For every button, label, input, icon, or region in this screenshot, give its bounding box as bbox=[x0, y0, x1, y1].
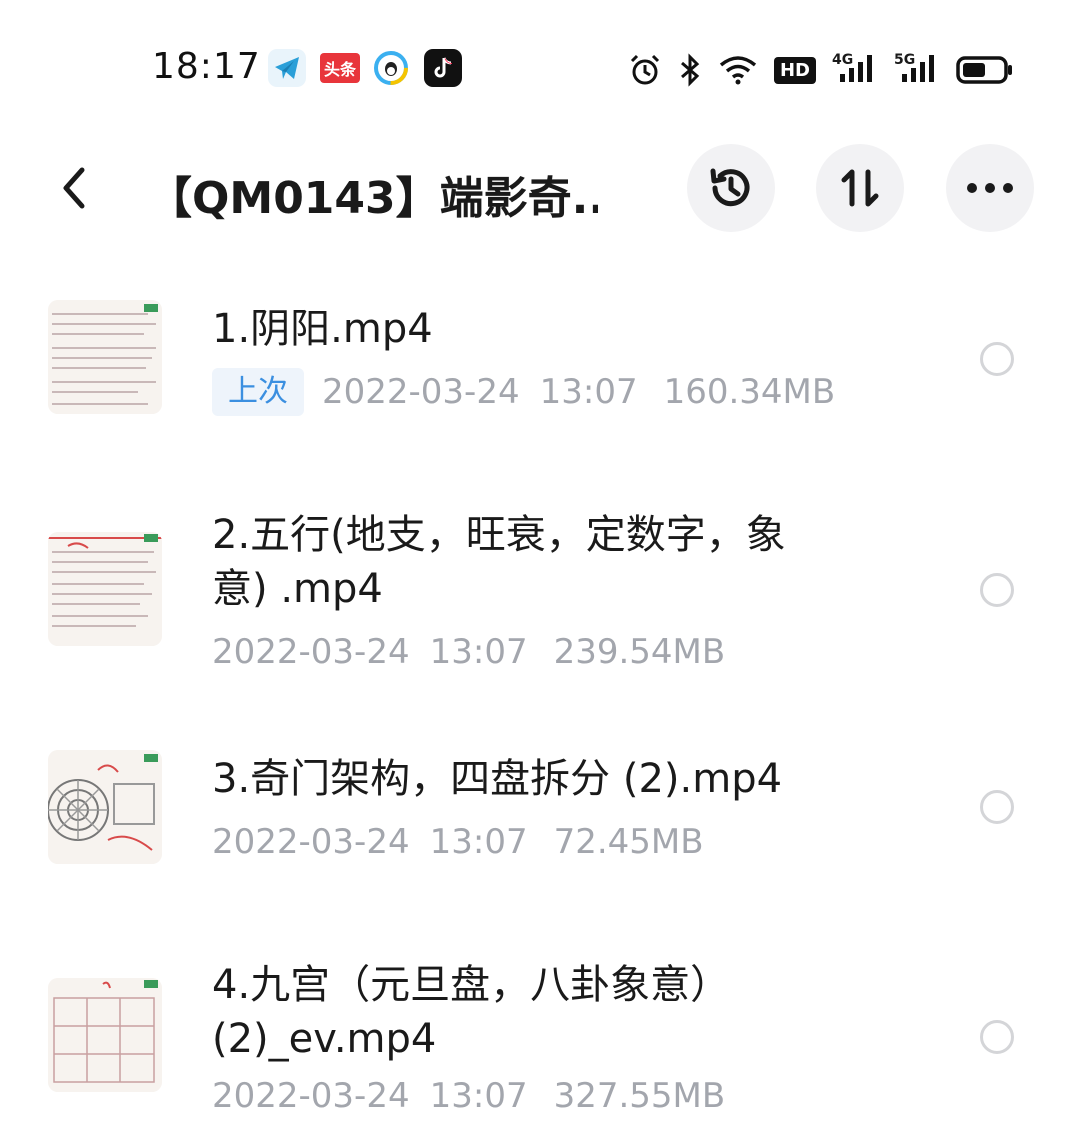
file-meta: 2022-03-24 13:07 327.55MB bbox=[212, 1076, 725, 1116]
file-size: 72.45MB bbox=[553, 822, 704, 862]
select-radio[interactable] bbox=[980, 342, 1014, 376]
qq-icon bbox=[372, 49, 410, 87]
status-bar: 18:17 头条 HD 4G 5G bbox=[0, 0, 1080, 130]
video-thumbnail bbox=[48, 750, 162, 864]
file-meta: 上次 2022-03-24 13:07 160.34MB bbox=[212, 368, 835, 416]
signal-4g-icon: 4G bbox=[832, 50, 878, 90]
hd-label: HD bbox=[773, 56, 816, 84]
back-button[interactable] bbox=[44, 158, 104, 218]
file-size: 160.34MB bbox=[663, 372, 836, 412]
hd-icon: HD bbox=[773, 50, 816, 90]
file-time: 13:07 bbox=[429, 822, 528, 862]
more-button[interactable] bbox=[946, 144, 1034, 232]
select-radio[interactable] bbox=[980, 573, 1014, 607]
bluetooth-icon bbox=[678, 50, 702, 90]
file-size: 327.55MB bbox=[553, 1076, 726, 1116]
wifi-icon bbox=[718, 50, 758, 90]
file-item[interactable]: 1.阴阳.mp4 上次 2022-03-24 13:07 160.34MB bbox=[0, 290, 1080, 430]
toutiao-label: 头条 bbox=[323, 60, 356, 79]
page-title: 【QM0143】端影奇... bbox=[148, 173, 598, 224]
video-thumbnail bbox=[48, 300, 162, 414]
last-played-badge: 上次 bbox=[212, 368, 304, 416]
toutiao-icon: 头条 bbox=[320, 53, 360, 83]
sort-icon bbox=[841, 169, 879, 207]
file-meta: 2022-03-24 13:07 72.45MB bbox=[212, 822, 704, 862]
header: 【QM0143】端影奇... bbox=[0, 140, 1080, 236]
battery-icon bbox=[956, 50, 1014, 90]
system-icons: HD 4G 5G bbox=[628, 50, 1014, 90]
file-item[interactable]: 3.奇门架构，四盘拆分 (2).mp4 2022-03-24 13:07 72.… bbox=[0, 740, 1080, 880]
file-name: 2.五行(地支，旺衰，定数字，象意) .mp4 bbox=[212, 512, 786, 612]
history-button[interactable] bbox=[687, 144, 775, 232]
chevron-left-icon bbox=[63, 167, 85, 209]
file-date: 2022-03-24 bbox=[212, 632, 410, 672]
status-time: 18:17 bbox=[152, 46, 261, 87]
sort-button[interactable] bbox=[816, 144, 904, 232]
history-icon bbox=[710, 168, 750, 207]
file-time: 13:07 bbox=[429, 632, 528, 672]
file-item[interactable]: 2.五行(地支，旺衰，定数字，象意) .mp4 2022-03-24 13:07… bbox=[0, 500, 1080, 680]
signal-5g-icon: 5G bbox=[894, 50, 940, 90]
alarm-icon bbox=[628, 50, 662, 90]
file-date: 2022-03-24 bbox=[322, 372, 520, 412]
more-icon bbox=[967, 183, 1013, 193]
file-name: 4.九宫（元旦盘，八卦象意）(2)_ev.mp4 bbox=[212, 962, 731, 1062]
file-name: 3.奇门架构，四盘拆分 (2).mp4 bbox=[212, 756, 783, 802]
file-time: 13:07 bbox=[539, 372, 638, 412]
tiktok-icon bbox=[424, 49, 462, 87]
video-thumbnail bbox=[48, 532, 162, 646]
file-time: 13:07 bbox=[429, 1076, 528, 1116]
file-item[interactable]: 4.九宫（元旦盘，八卦象意）(2)_ev.mp4 2022-03-24 13:0… bbox=[0, 950, 1080, 1132]
file-size: 239.54MB bbox=[553, 632, 726, 672]
file-date: 2022-03-24 bbox=[212, 1076, 410, 1116]
select-radio[interactable] bbox=[980, 1020, 1014, 1054]
file-name: 1.阴阳.mp4 bbox=[212, 306, 433, 352]
video-thumbnail bbox=[48, 978, 162, 1092]
select-radio[interactable] bbox=[980, 790, 1014, 824]
file-date: 2022-03-24 bbox=[212, 822, 410, 862]
file-meta: 2022-03-24 13:07 239.54MB bbox=[212, 632, 725, 672]
telegram-icon bbox=[268, 49, 306, 87]
